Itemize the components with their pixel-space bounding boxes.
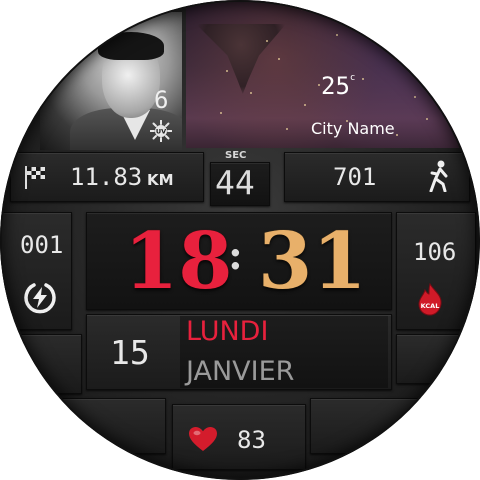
time-minutes: 31 (258, 216, 367, 307)
bottom-left-panel (36, 398, 166, 454)
battery-value: 001 (20, 231, 64, 259)
uv-index-icon: UV (149, 119, 173, 143)
temperature-unit: c (349, 73, 356, 83)
calorie-badge: KCAL (421, 302, 440, 310)
charging-bolt-icon (22, 279, 58, 315)
temperature-value: 25c (321, 72, 356, 100)
walking-person-icon (426, 160, 452, 193)
heart-rate-value: 83 (237, 426, 266, 454)
seconds-label: SEC (225, 150, 247, 161)
time-hours: 18 (124, 216, 233, 307)
distance-unit: KM (147, 171, 174, 189)
left-lower-panel (20, 334, 82, 394)
month: JANVIER (186, 356, 295, 387)
distance-value: 11.83 (70, 163, 143, 191)
weekday: LUNDI (186, 316, 269, 347)
calorie-flame-icon: KCAL (416, 282, 444, 316)
checkered-flag-icon (22, 164, 48, 190)
time-separator: : (228, 232, 243, 279)
city-name: City Name (311, 119, 395, 138)
day-number: 15 (110, 333, 150, 372)
right-lower-panel (396, 334, 466, 384)
steps-value: 701 (333, 163, 377, 191)
calories-value: 106 (413, 238, 457, 266)
portrait-hair (98, 32, 164, 60)
svg-text:UV: UV (156, 128, 166, 136)
bottom-right-panel (310, 398, 440, 454)
heart-icon (188, 426, 218, 452)
watch-face: 6 UV 25c City Name 11.83 KM SEC 44 701 0… (0, 0, 480, 480)
tornado-image (196, 24, 286, 94)
seconds-value: 44 (215, 163, 255, 202)
uv-value: 6 (154, 86, 169, 114)
